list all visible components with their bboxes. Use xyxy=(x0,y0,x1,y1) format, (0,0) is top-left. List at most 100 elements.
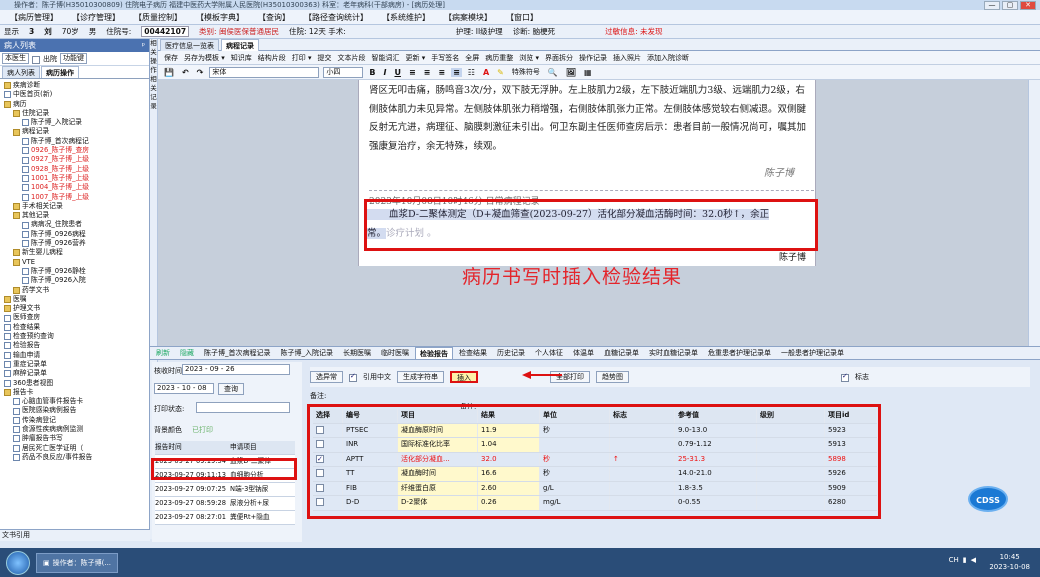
special-symbol-button[interactable]: 特殊符号 xyxy=(510,67,542,77)
quote-chinese-checkbox[interactable] xyxy=(349,372,357,382)
flag-checkbox[interactable] xyxy=(841,372,849,382)
menu-item[interactable]: 【查询】 xyxy=(254,12,294,23)
tree-item[interactable]: 陈子博_0926营养 xyxy=(2,239,147,248)
editor-toolbar-button[interactable]: 添加入院诊断 xyxy=(647,53,689,63)
menu-item[interactable]: 【系统维护】 xyxy=(378,12,434,23)
tree-item[interactable]: 1007_陈子博_上级 xyxy=(2,193,147,202)
font-size-select[interactable]: 小四 xyxy=(323,66,364,78)
tree-item[interactable]: 手术相关记录 xyxy=(2,202,147,211)
bottom-tab[interactable]: 检查结果 xyxy=(455,347,491,359)
report-row[interactable]: 2023-09-27 08:59:28 尿液分析+尿 xyxy=(155,497,295,511)
table-icon[interactable]: ▦ xyxy=(582,68,594,77)
tree-item[interactable]: 传染病登记 xyxy=(2,416,147,425)
tree-item[interactable]: 重症记录单 xyxy=(2,360,147,369)
taskbar-app[interactable]: ▣ 操作者：陈子博(... xyxy=(36,552,119,573)
tree-item[interactable]: 病程记录 xyxy=(2,127,147,136)
justify-icon[interactable]: ≡ xyxy=(451,67,462,77)
tree-item[interactable]: 检查结果 xyxy=(2,323,147,332)
document-scrollbar[interactable] xyxy=(1028,80,1040,346)
editor-toolbar-button[interactable]: 浏览 ▾ xyxy=(519,53,539,63)
tree-item[interactable]: 肿瘤报告书写 xyxy=(2,434,147,443)
tree-item[interactable]: 1001_陈子博_上级 xyxy=(2,174,147,183)
print-status-select[interactable] xyxy=(196,402,290,413)
align-left-icon[interactable]: ≡ xyxy=(407,68,418,77)
tree-item[interactable]: 病病况_住院患者 xyxy=(2,220,147,229)
tree-item[interactable]: 新生婴儿病程 xyxy=(2,248,147,257)
date-from-field[interactable]: 2023 - 09 - 26 xyxy=(182,364,290,375)
redo-icon[interactable]: ↷ xyxy=(195,68,206,77)
menu-item[interactable]: 【病历管理】 xyxy=(6,12,62,23)
tree-item[interactable]: 0926_陈子博_查房 xyxy=(2,146,147,155)
cdss-button[interactable]: CDSS xyxy=(968,486,1008,512)
tree-item[interactable]: 心脑血管事件报告卡 xyxy=(2,397,147,406)
list-icon[interactable]: ☷ xyxy=(466,68,477,77)
start-button[interactable] xyxy=(6,550,30,575)
query-button[interactable]: 查询 xyxy=(218,383,244,395)
tab-patient-list[interactable]: 病人列表 xyxy=(2,66,40,78)
tree-item[interactable]: 1004_陈子博_上级 xyxy=(2,183,147,192)
editor-toolbar-button[interactable]: 文本片段 xyxy=(338,53,366,63)
tree-item[interactable]: 麻醉记录单 xyxy=(2,369,147,378)
tree-item[interactable]: 0927_陈子博_上级 xyxy=(2,155,147,164)
editor-toolbar-button[interactable]: 病历重整 xyxy=(485,53,513,63)
menu-item[interactable]: 【路径查询统计】 xyxy=(300,12,372,23)
editor-toolbar-button[interactable]: 智能词汇 xyxy=(372,53,400,63)
tree-item[interactable]: 陈子博_首次病程记 xyxy=(2,137,147,146)
image-icon[interactable]: 🖼 xyxy=(564,68,578,77)
tree-item[interactable]: 医师查房 xyxy=(2,313,147,322)
bold-button[interactable]: B xyxy=(367,68,377,77)
editor-toolbar-button[interactable]: 另存为模板 ▾ xyxy=(184,53,225,63)
report-row[interactable]: 2023-09-27 08:27:01 粪便Rt+隐血 xyxy=(155,511,295,525)
save-icon[interactable]: 💾 xyxy=(162,68,176,77)
editor-toolbar-button[interactable]: 插入照片 xyxy=(613,53,641,63)
editor-toolbar-button[interactable]: 打印 ▾ xyxy=(292,53,312,63)
bottom-tab[interactable]: 历史记录 xyxy=(493,347,529,359)
tree-item[interactable]: 医嘱 xyxy=(2,295,147,304)
tree-item[interactable]: 住院记录 xyxy=(2,109,147,118)
bottom-tab[interactable]: 一般患者护理记录单 xyxy=(777,347,848,359)
tree-item[interactable]: 陈子博_0926病程 xyxy=(2,230,147,239)
align-right-icon[interactable]: ≡ xyxy=(436,68,447,77)
editor-toolbar-button[interactable]: 界面拆分 xyxy=(545,53,573,63)
search-icon[interactable]: 🔍 xyxy=(546,68,560,77)
filter-mode-select[interactable]: 选异常 xyxy=(310,371,343,383)
tree-item[interactable]: 0928_陈子博_上级 xyxy=(2,165,147,174)
bottom-tab[interactable]: 隐藏 xyxy=(176,347,198,359)
tab-record-ops[interactable]: 病历操作 xyxy=(41,66,79,78)
tab-progress-note[interactable]: 病程记录 xyxy=(221,38,259,51)
tree-item[interactable]: 360患者视图 xyxy=(2,379,147,388)
highlight-icon[interactable]: ✎ xyxy=(495,68,506,77)
editor-toolbar-button[interactable]: 提交 xyxy=(318,53,332,63)
tree-item[interactable]: 药学文书 xyxy=(2,286,147,295)
bottom-tab[interactable]: 体温单 xyxy=(569,347,598,359)
pin-icon[interactable]: ᵖ xyxy=(142,39,145,52)
tab-medical-overview[interactable]: 医疗信息一览表 xyxy=(160,38,219,51)
tree-item[interactable]: 陈子博_0926静栓 xyxy=(2,267,147,276)
tree-item[interactable]: 病历 xyxy=(2,100,147,109)
date-to-field[interactable]: 2023 - 10 - 08 xyxy=(154,383,214,394)
tree-item[interactable]: 输血申请 xyxy=(2,351,147,360)
doctor-select[interactable]: 本医生 xyxy=(2,53,29,64)
tree-item[interactable]: 医院感染病例报告 xyxy=(2,406,147,415)
menu-item[interactable]: 【病案模块】 xyxy=(440,12,496,23)
function-key-select[interactable]: 功能键 xyxy=(60,53,87,64)
menu-item[interactable]: 【诊疗管理】 xyxy=(68,12,124,23)
editor-toolbar-button[interactable]: 手写签名 xyxy=(431,53,459,63)
discharged-checkbox[interactable] xyxy=(32,55,40,64)
bottom-tab[interactable]: 陈子博_首次病程记录 xyxy=(200,347,275,359)
tree-item[interactable]: 中医首页(新) xyxy=(2,90,147,99)
bottom-tab[interactable]: 血糖记录单 xyxy=(600,347,643,359)
tree-item[interactable]: 食源性疾病病例监测 xyxy=(2,425,147,434)
bottom-tab[interactable]: 长期医嘱 xyxy=(339,347,375,359)
bottom-tab[interactable]: 危重患者护理记录单 xyxy=(704,347,775,359)
bottom-tab[interactable]: 临时医嘱 xyxy=(377,347,413,359)
menu-item[interactable]: 【窗口】 xyxy=(502,12,542,23)
tree-item[interactable]: VTE xyxy=(2,258,147,267)
insert-button[interactable]: 插入 xyxy=(450,371,478,383)
editor-toolbar-button[interactable]: 保存 xyxy=(164,53,178,63)
progress-note-text[interactable]: 肾区无叩击痛，肠鸣音3次/分，双下肢无浮肿。左上肢肌力2级，左下肢近端肌力3级、… xyxy=(369,82,814,156)
generate-string-button[interactable]: 生成字符串 xyxy=(397,371,444,383)
underline-button[interactable]: U xyxy=(392,68,403,77)
menu-item[interactable]: 【模板字典】 xyxy=(192,12,248,23)
font-color-icon[interactable]: A xyxy=(481,68,491,77)
